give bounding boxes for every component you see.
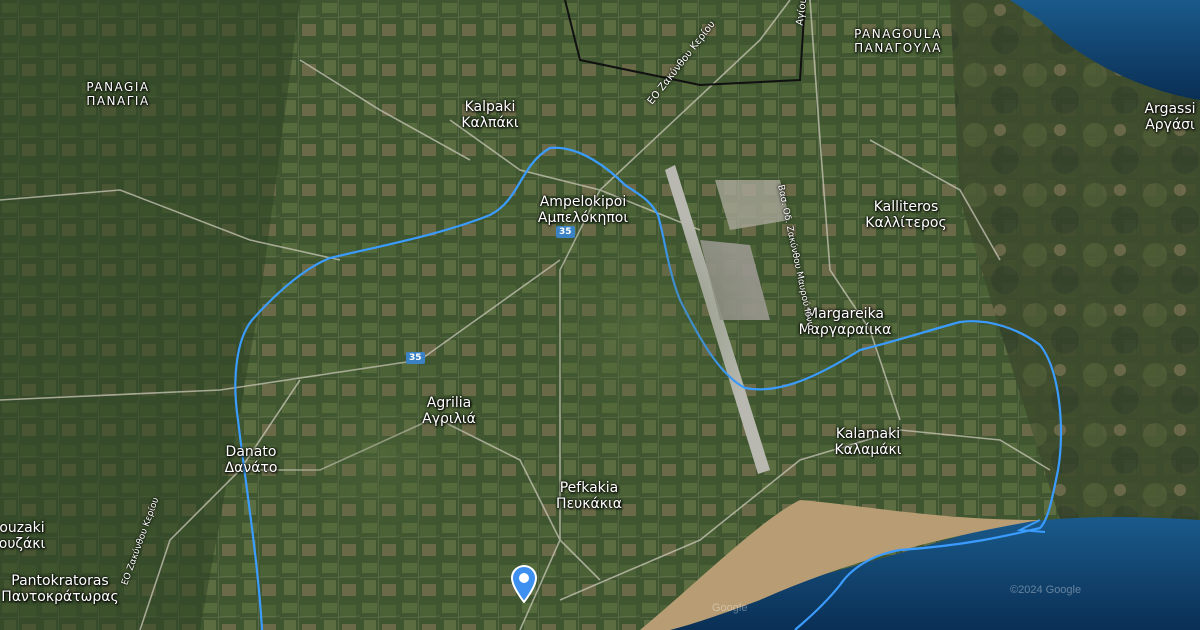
place-name-greek: ουζάκι — [0, 536, 46, 552]
place-name-greek: Πευκάκια — [556, 496, 622, 512]
place-name-latin: Pantokratoras — [11, 573, 109, 589]
map-canvas[interactable]: PANAGIA ΠΑΝΑΓΙΑ Kalpaki Καλπάκι PANAGOUL… — [0, 0, 1200, 630]
place-name-greek: Αμπελόκηποι — [537, 210, 629, 226]
place-name-latin: Agrilia — [426, 395, 472, 411]
place-name-greek: ΠΑΝΑΓΟΥΛΑ — [854, 41, 942, 55]
place-name-latin: Danato — [225, 444, 277, 460]
satellite-imagery — [0, 0, 1200, 630]
place-name-latin: PANAGIA — [86, 80, 150, 94]
place-name-latin: ouzaki — [0, 520, 45, 536]
place-label-pefkakia: Pefkakia Πευκάκια — [556, 480, 622, 512]
place-label-ouzaki: ouzaki ουζάκι — [0, 520, 45, 552]
place-name-greek: Καλαμάκι — [834, 442, 902, 458]
place-name-latin: PANAGOULA — [854, 27, 942, 41]
route-shield-35: 35 — [556, 226, 575, 238]
place-label-kalamaki: Kalamaki Καλαμάκι — [834, 426, 901, 458]
google-watermark: Google — [712, 602, 748, 614]
place-label-ampelokipoi: Ampelokipoi Αμπελόκηποι — [538, 194, 628, 226]
place-label-panagoula: PANAGOULA ΠΑΝΑΓΟΥΛΑ — [854, 27, 942, 55]
place-label-pantokratoras: Pantokratoras Παντοκράτωρας — [1, 573, 118, 605]
place-name-latin: Ampelokipoi — [539, 194, 627, 210]
place-label-argassi: Argassi Αργάσι — [1144, 101, 1195, 133]
place-name-greek: Καλπάκι — [461, 115, 519, 131]
place-label-kalliteros: Kalliteros Καλλίτερος — [865, 199, 946, 231]
place-name-latin: Kalliteros — [873, 199, 939, 215]
place-name-latin: Kalpaki — [464, 99, 516, 115]
copyright-watermark: ©2024 Google — [1010, 584, 1082, 596]
route-shield-35: 35 — [406, 352, 425, 364]
place-name-greek: Παντοκράτωρας — [1, 589, 119, 605]
place-name-greek: Δανάτο — [224, 460, 278, 476]
place-name-greek: Καλλίτερος — [865, 215, 947, 231]
place-label-danato: Danato Δανάτο — [225, 444, 278, 476]
place-name-latin: Pefkakia — [559, 480, 619, 496]
place-name-latin: Argassi — [1144, 101, 1196, 117]
place-name-latin: Kalamaki — [835, 426, 901, 442]
place-name-greek: Αγριλιά — [422, 411, 476, 427]
location-pin-icon[interactable] — [508, 563, 540, 603]
place-label-panagia: PANAGIA ΠΑΝΑΓΙΑ — [86, 80, 149, 108]
place-name-greek: ΠΑΝΑΓΙΑ — [86, 94, 150, 108]
place-name-greek: Αργάσι — [1145, 117, 1195, 133]
place-label-kalpaki: Kalpaki Καλπάκι — [461, 99, 518, 131]
place-label-agrilia: Agrilia Αγριλιά — [422, 395, 476, 427]
